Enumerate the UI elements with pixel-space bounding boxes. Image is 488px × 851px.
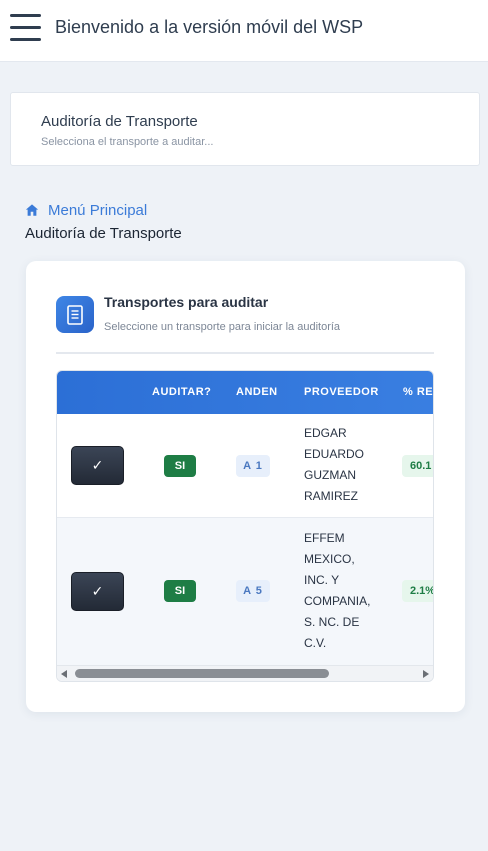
proveedor-line: EDGAR bbox=[304, 426, 347, 440]
document-icon bbox=[56, 296, 94, 333]
anden-badge: A 1 bbox=[236, 455, 270, 477]
proveedor-line: RAMIREZ bbox=[304, 489, 358, 503]
breadcrumb-home-label: Menú Principal bbox=[48, 201, 148, 219]
scroll-right-icon[interactable] bbox=[423, 670, 429, 678]
proveedor-line: C.V. bbox=[304, 636, 327, 650]
page-title: Auditoría de Transporte bbox=[41, 113, 198, 130]
proveedor-line: MEXICO, bbox=[304, 552, 355, 566]
auditar-badge[interactable]: SI bbox=[164, 455, 196, 477]
breadcrumb-current: Auditoría de Transporte bbox=[25, 225, 182, 242]
top-bar: Bienvenido a la versión móvil del WSP bbox=[0, 0, 488, 62]
page-subtitle: Selecciona el transporte a auditar... bbox=[41, 136, 214, 148]
table-header: AUDITAR? ANDEN PROVEEDOR % RE bbox=[57, 371, 433, 414]
proveedor-line: S. NC. DE bbox=[304, 615, 360, 629]
card-subtitle: Seleccione un transporte para iniciar la… bbox=[104, 321, 341, 333]
app-title: Bienvenido a la versión móvil del WSP bbox=[55, 17, 364, 37]
auditar-badge[interactable]: SI bbox=[164, 580, 196, 602]
column-header-proveedor: PROVEEDOR bbox=[304, 386, 379, 398]
card-title: Transportes para auditar bbox=[104, 294, 269, 310]
table-scroll-area[interactable]: AUDITAR? ANDEN PROVEEDOR % RE ✓ SI A 1 E… bbox=[57, 371, 433, 665]
audit-select-button[interactable]: ✓ bbox=[71, 446, 124, 485]
page-header-card: Auditoría de Transporte Selecciona el tr… bbox=[10, 92, 480, 166]
percent-badge: 2.1% bbox=[402, 580, 433, 602]
card-divider bbox=[56, 352, 434, 354]
anden-badge: A 5 bbox=[236, 580, 270, 602]
proveedor-cell: EDGAR EDUARDO GUZMAN RAMIREZ bbox=[304, 423, 384, 507]
proveedor-line: EFFEM bbox=[304, 531, 345, 545]
breadcrumb-home-link[interactable]: Menú Principal bbox=[25, 201, 147, 219]
table-row: ✓ SI A 5 EFFEM MEXICO, INC. Y COMPANIA, … bbox=[57, 518, 433, 665]
proveedor-line: COMPANIA, bbox=[304, 594, 371, 608]
scrollbar-thumb[interactable] bbox=[75, 669, 329, 678]
table-row: ✓ SI A 1 EDGAR EDUARDO GUZMAN RAMIREZ 60… bbox=[57, 414, 433, 518]
column-header-percent: % RE bbox=[403, 386, 433, 398]
proveedor-line: GUZMAN bbox=[304, 468, 356, 482]
transports-table: AUDITAR? ANDEN PROVEEDOR % RE ✓ SI A 1 E… bbox=[56, 370, 434, 682]
home-icon bbox=[25, 204, 39, 216]
hamburger-icon[interactable] bbox=[10, 14, 41, 41]
proveedor-line: INC. Y bbox=[304, 573, 340, 587]
percent-badge: 60.1 bbox=[402, 455, 433, 477]
column-header-anden: ANDEN bbox=[236, 386, 278, 398]
proveedor-line: EDUARDO bbox=[304, 447, 365, 461]
proveedor-cell: EFFEM MEXICO, INC. Y COMPANIA, S. NC. DE… bbox=[304, 528, 384, 654]
transports-card: Transportes para auditar Seleccione un t… bbox=[26, 261, 465, 712]
horizontal-scrollbar[interactable] bbox=[57, 665, 433, 681]
column-header-auditar: AUDITAR? bbox=[152, 386, 212, 398]
scroll-left-icon[interactable] bbox=[61, 670, 67, 678]
audit-select-button[interactable]: ✓ bbox=[71, 572, 124, 611]
